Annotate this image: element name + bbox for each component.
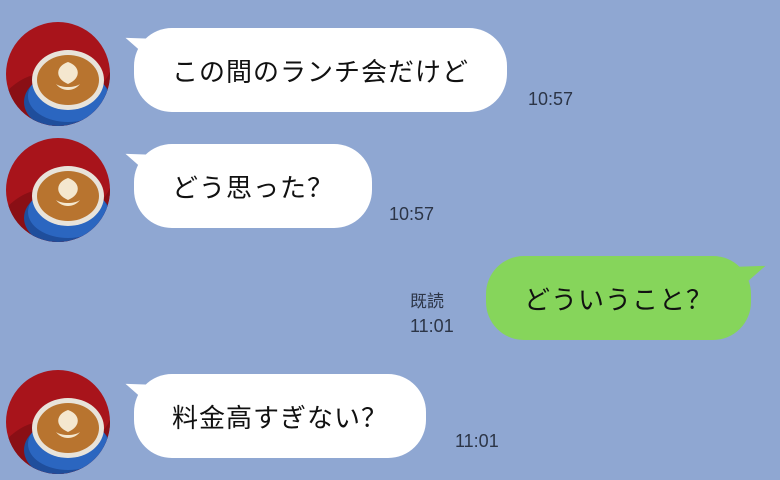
chat-area: この間のランチ会だけど 10:57 どう思った？ 10:57 既読 11:01 … (0, 0, 780, 480)
message-bubble[interactable]: この間のランチ会だけど (134, 28, 508, 112)
message-time: 11:01 (410, 316, 454, 336)
sender-avatar[interactable] (6, 138, 110, 242)
message-bubble[interactable]: どう思った？ (134, 144, 373, 228)
message-bubble[interactable]: 料金高すぎない？ (134, 374, 427, 458)
latte-art-avatar-icon (6, 138, 110, 242)
message-bubble-sent[interactable]: どういうこと？ (486, 256, 752, 340)
message-time: 10:57 (528, 89, 574, 109)
sender-avatar[interactable] (6, 370, 110, 474)
latte-art-avatar-icon (6, 22, 110, 126)
read-receipt: 既読 (410, 292, 444, 312)
message-time: 10:57 (389, 204, 435, 224)
sender-avatar[interactable] (6, 22, 110, 126)
message-text: どういうこと？ (524, 285, 714, 316)
message-text: 料金高すぎない？ (172, 403, 389, 434)
message-text: この間のランチ会だけど (172, 57, 470, 88)
message-text: どう思った？ (172, 173, 335, 204)
message-time: 11:01 (455, 431, 499, 451)
latte-art-avatar-icon (6, 370, 110, 474)
